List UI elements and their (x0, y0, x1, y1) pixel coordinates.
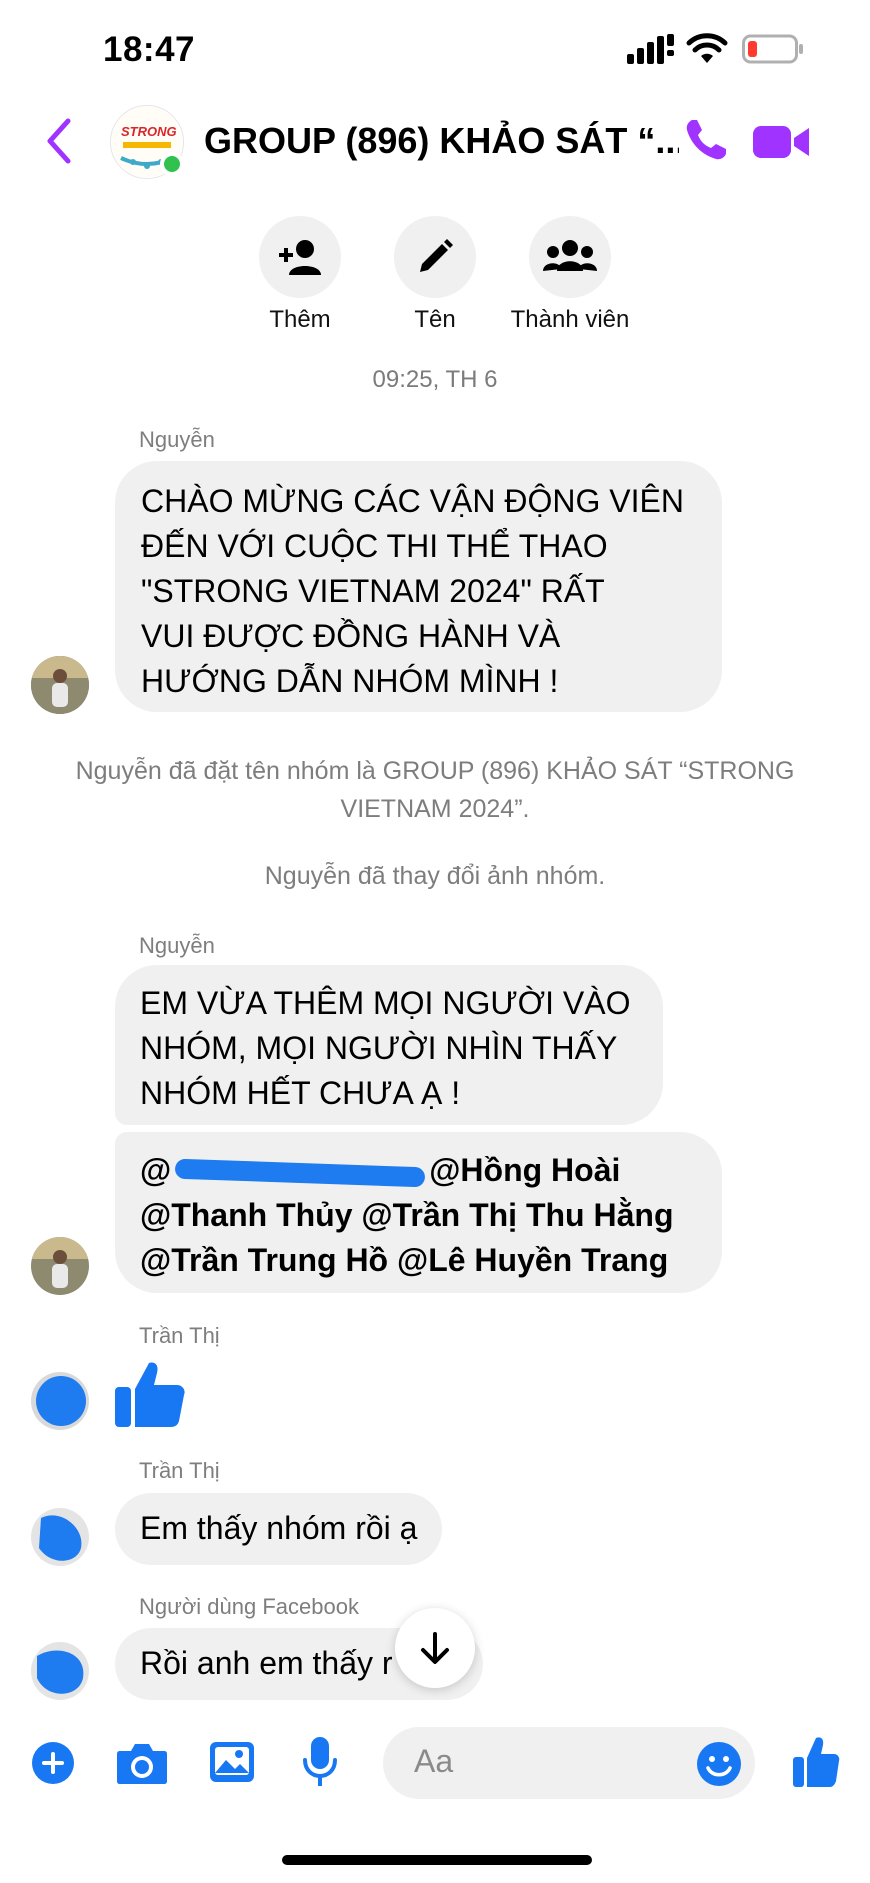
mention-link[interactable]: @Hồng Hoài (429, 1152, 620, 1188)
plus-circle-icon[interactable] (31, 1741, 75, 1785)
sender-name: Người dùng Facebook (139, 1594, 359, 1619)
system-message-photo: Nguyễn đã thay đổi ảnh nhóm. (264, 862, 606, 890)
person-photo (31, 1237, 89, 1295)
phone-call-icon[interactable] (682, 116, 730, 164)
rename-action[interactable] (394, 216, 476, 298)
sender-avatar[interactable] (31, 1642, 89, 1700)
message-bubble[interactable]: CHÀO MỪNG CÁC VẬN ĐỘNG VIÊN ĐẾN VỚI CUỘC… (115, 461, 722, 712)
message-line: "STRONG VIETNAM 2024" RẤT (141, 573, 605, 609)
system-line: VIETNAM 2024”. (340, 795, 530, 823)
sender-avatar[interactable] (31, 656, 89, 714)
sender-avatar[interactable] (31, 1508, 89, 1566)
message-line: VUI ĐƯỢC ĐỒNG HÀNH VÀ (141, 618, 561, 654)
sender-avatar[interactable] (31, 1372, 89, 1430)
sender-avatar[interactable] (31, 1237, 89, 1295)
add-member-button[interactable] (259, 216, 341, 298)
thumbs-up-icon[interactable] (113, 1357, 187, 1431)
arrow-down-icon (421, 1632, 449, 1664)
microphone-icon[interactable] (302, 1736, 338, 1788)
mention-bubble[interactable]: @ @Hồng Hoài @Thanh Thủy @Trần Thị Thu Hằ… (115, 1132, 722, 1293)
members-action[interactable] (529, 216, 611, 298)
redaction-scribble (174, 1158, 426, 1187)
sender-name: Trần Thị (139, 1323, 220, 1348)
online-status-dot (160, 152, 184, 176)
group-logo-text: STRONG (121, 124, 177, 139)
sender-name: Trần Thị (139, 1458, 220, 1483)
members-button[interactable] (529, 216, 611, 298)
pencil-icon (420, 239, 453, 272)
message-line: NHÓM HẾT CHƯA Ạ ! (140, 1075, 461, 1111)
message-bubble[interactable]: EM VỪA THÊM MỌI NGƯỜI VÀO NHÓM, MỌI NGƯỜ… (115, 965, 663, 1125)
message-line: HƯỚNG DẪN NHÓM MÌNH ! (141, 663, 559, 699)
home-indicator (282, 1855, 592, 1865)
add-person-icon (279, 240, 321, 275)
person-photo (31, 656, 89, 714)
redacted-avatar (31, 1508, 89, 1566)
rename-button[interactable] (394, 216, 476, 298)
chat-timestamp: 09:25, TH 6 (372, 366, 498, 393)
sender-name: Nguyễn (139, 933, 215, 958)
members-icon (543, 240, 597, 271)
redacted-avatar (31, 1642, 89, 1700)
battery-low-icon (742, 34, 803, 64)
chat-title[interactable]: GROUP (896) KHẢO SÁT “... (204, 120, 679, 162)
wifi-icon (686, 33, 728, 63)
back-chevron-icon[interactable] (42, 115, 76, 167)
message-line: ĐẾN VỚI CUỘC THI THỂ THAO (141, 528, 608, 564)
gallery-icon[interactable] (209, 1740, 255, 1784)
mention-line[interactable]: @Thanh Thủy @Trần Thị Thu Hằng (140, 1193, 697, 1238)
mention-line[interactable]: @Trần Trung Hồ @Lê Huyền Trang (140, 1238, 697, 1283)
message-line: EM VỪA THÊM MỌI NGƯỜI VÀO (140, 985, 631, 1021)
message-bubble[interactable]: Em thấy nhóm rồi ạ (115, 1493, 443, 1565)
system-line: Nguyễn đã đặt tên nhóm là GROUP (896) KH… (75, 757, 795, 785)
add-member-action[interactable] (259, 216, 341, 298)
message-input-placeholder: Aa (414, 1743, 454, 1779)
system-message-rename: Nguyễn đã đặt tên nhóm là GROUP (896) KH… (20, 752, 850, 828)
rename-label: Tên (414, 306, 456, 333)
like-button-icon[interactable] (792, 1735, 840, 1789)
message-line: NHÓM, MỌI NGƯỜI NHÌN THẤY (140, 1030, 618, 1066)
video-call-icon[interactable] (753, 122, 811, 162)
sender-name: Nguyễn (139, 427, 215, 452)
status-time: 18:47 (103, 30, 196, 69)
message-line: CHÀO MỪNG CÁC VẬN ĐỘNG VIÊN (141, 483, 684, 519)
scroll-to-bottom-button[interactable] (395, 1608, 475, 1688)
mention-line: @ @Hồng Hoài (140, 1148, 697, 1193)
cellular-signal-icon (627, 34, 674, 64)
members-label: Thành viên (510, 306, 630, 333)
mention-prefix: @ (140, 1152, 172, 1188)
emoji-icon[interactable] (696, 1741, 742, 1787)
add-member-label: Thêm (269, 306, 331, 333)
camera-icon[interactable] (116, 1741, 168, 1785)
redacted-avatar (31, 1372, 89, 1430)
